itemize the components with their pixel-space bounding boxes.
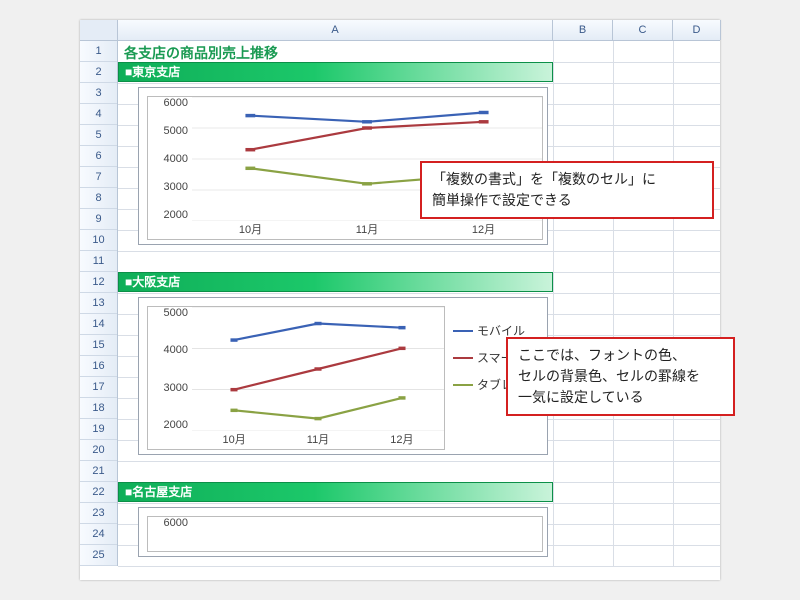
callout-text: 一気に設定している — [518, 387, 723, 408]
row-header[interactable]: 4 — [80, 104, 117, 125]
row-header[interactable]: 10 — [80, 230, 117, 251]
row-header[interactable]: 2 — [80, 62, 117, 83]
column-header[interactable]: C — [613, 20, 673, 40]
row-header[interactable]: 24 — [80, 524, 117, 545]
column-header[interactable]: D — [673, 20, 721, 40]
row-header[interactable]: 15 — [80, 335, 117, 356]
row-header[interactable]: 13 — [80, 293, 117, 314]
chart-nagoya[interactable]: 6000 — [138, 507, 548, 557]
plot-canvas — [192, 307, 444, 431]
branch-label: ■東京支店 — [125, 63, 180, 82]
cells-area[interactable]: 各支店の商品別売上推移 ■東京支店 60005000400030002000 1… — [118, 41, 720, 566]
row-header[interactable]: 11 — [80, 251, 117, 272]
sheet-body: 1234567891011121314151617181920212223242… — [80, 41, 720, 566]
branch-label: ■大阪支店 — [125, 273, 180, 292]
row-header[interactable]: 7 — [80, 167, 117, 188]
plot-canvas — [192, 517, 542, 533]
row-header[interactable]: 6 — [80, 146, 117, 167]
row-header[interactable]: 20 — [80, 440, 117, 461]
row-header[interactable]: 16 — [80, 356, 117, 377]
callout-text: 「複数の書式」を「複数のセル」に — [432, 169, 702, 190]
callout-text: ここでは、フォントの色、 — [518, 345, 723, 366]
row-header[interactable]: 21 — [80, 461, 117, 482]
row-header[interactable]: 17 — [80, 377, 117, 398]
row-header[interactable]: 1 — [80, 41, 117, 62]
y-axis-labels: 5000400030002000 — [148, 307, 192, 431]
excel-window: A B C D 12345678910111213141516171819202… — [80, 20, 720, 580]
branch-label: ■名古屋支店 — [125, 483, 192, 502]
row-header[interactable]: 5 — [80, 125, 117, 146]
row-header[interactable]: 19 — [80, 419, 117, 440]
column-header[interactable]: B — [553, 20, 613, 40]
x-axis-labels: 10月11月12月 — [192, 431, 444, 449]
row-header[interactable]: 25 — [80, 545, 117, 566]
plot-area: 6000 — [147, 516, 543, 552]
x-axis-labels: 10月11月12月 — [192, 221, 542, 239]
row-header[interactable]: 9 — [80, 209, 117, 230]
x-axis-labels — [192, 533, 542, 551]
row-header[interactable]: 12 — [80, 272, 117, 293]
row-header-column: 1234567891011121314151617181920212223242… — [80, 41, 118, 566]
y-axis-labels: 60005000400030002000 — [148, 97, 192, 221]
callout-box-2: ここでは、フォントの色、 セルの背景色、セルの罫線を 一気に設定している — [506, 337, 735, 416]
branch-header-nagoya[interactable]: ■名古屋支店 — [118, 482, 553, 502]
row-header[interactable]: 23 — [80, 503, 117, 524]
chart-osaka[interactable]: 5000400030002000 10月11月12月 モバイルスマートタブレット — [138, 297, 548, 455]
callout-box-1: 「複数の書式」を「複数のセル」に 簡単操作で設定できる — [420, 161, 714, 219]
callout-text: 簡単操作で設定できる — [432, 190, 702, 211]
row-header[interactable]: 18 — [80, 398, 117, 419]
column-header[interactable]: A — [118, 20, 553, 40]
row-header[interactable]: 3 — [80, 83, 117, 104]
row-header[interactable]: 14 — [80, 314, 117, 335]
select-all-corner[interactable] — [80, 20, 118, 40]
row-header[interactable]: 8 — [80, 188, 117, 209]
plot-area: 5000400030002000 10月11月12月 — [147, 306, 445, 450]
column-header-row: A B C D — [80, 20, 720, 41]
row-header[interactable]: 22 — [80, 482, 117, 503]
y-axis-labels: 6000 — [148, 517, 192, 533]
branch-header-osaka[interactable]: ■大阪支店 — [118, 272, 553, 292]
page-title: 各支店の商品別売上推移 — [124, 43, 278, 63]
callout-text: セルの背景色、セルの罫線を — [518, 366, 723, 387]
worksheet[interactable]: A B C D 12345678910111213141516171819202… — [80, 20, 720, 580]
branch-header-tokyo[interactable]: ■東京支店 — [118, 62, 553, 82]
